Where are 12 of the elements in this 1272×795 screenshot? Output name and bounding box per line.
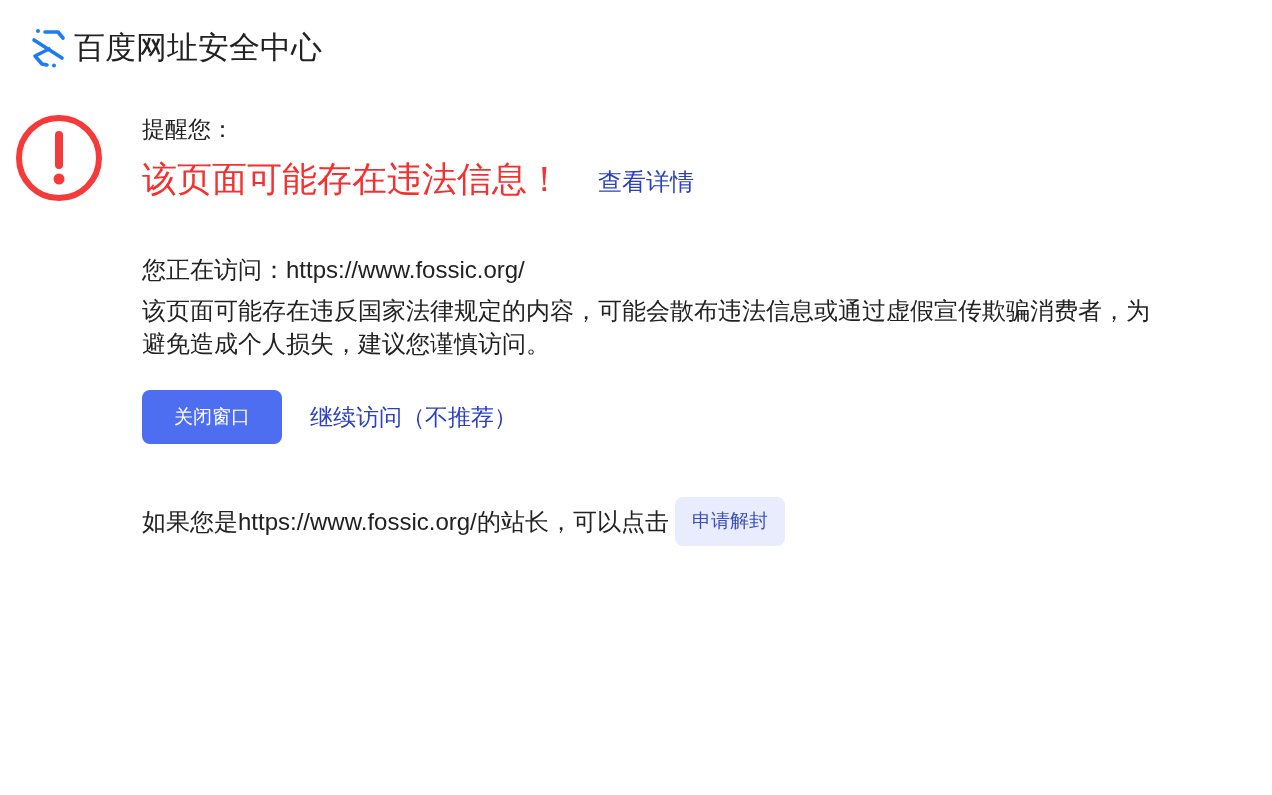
- appeal-button[interactable]: 申请解封: [674, 497, 785, 546]
- logo-icon: [30, 28, 66, 68]
- alert-label: 提醒您：: [142, 115, 234, 144]
- site-title: 百度网址安全中心: [74, 29, 322, 67]
- warning-headline: 该页面可能存在违法信息！: [142, 158, 562, 200]
- details-link[interactable]: 查看详情: [598, 165, 694, 199]
- visiting-url-text: 您正在访问：https://www.fossic.org/: [142, 255, 525, 285]
- owner-note-text: 如果您是https://www.fossic.org/的站长，可以点击: [142, 506, 669, 537]
- close-window-button[interactable]: 关闭窗口: [142, 390, 282, 444]
- continue-visit-link[interactable]: 继续访问（不推荐）: [310, 401, 517, 433]
- warning-icon: [15, 114, 103, 202]
- warning-description: 该页面可能存在违反国家法律规定的内容，可能会散布违法信息或通过虚假宣传欺骗消费者，为避免造成个人损失，建议您谨慎访问。: [142, 296, 1151, 359]
